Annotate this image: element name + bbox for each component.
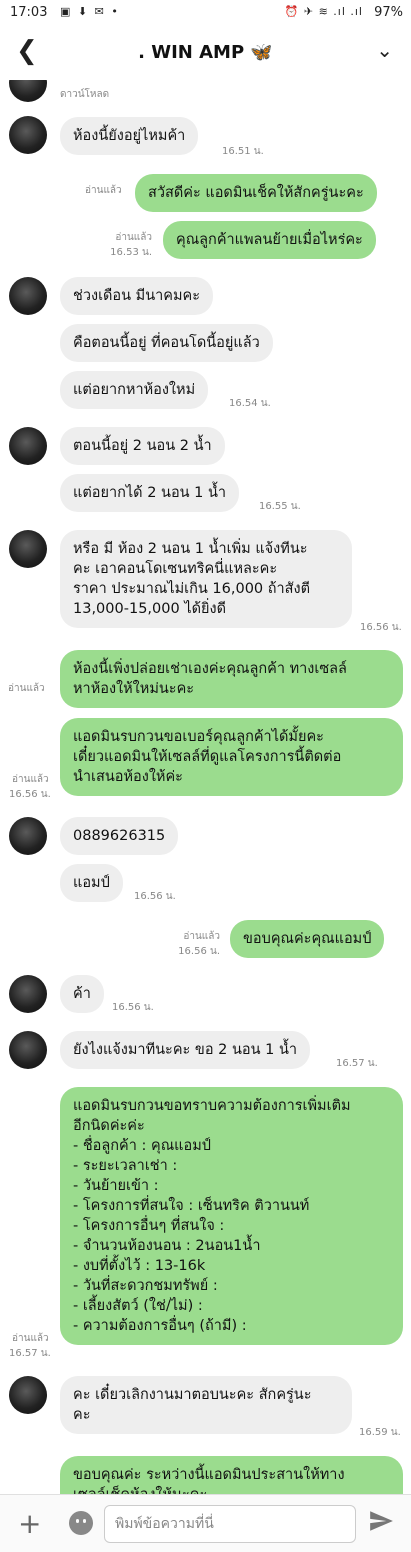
incoming-message[interactable]: ช่วงเดือน มีนาคมคะ	[60, 277, 214, 315]
outgoing-message[interactable]: คุณลูกค้าแพลนย้ายเมื่อไหร่คะ	[163, 221, 376, 259]
incoming-message[interactable]: คะ เดี๋ยวเลิกงานมาตอบนะคะ สักครู่นะ คะ	[60, 1376, 352, 1434]
notification-icons: ▣ ⬇ ✉ •	[60, 5, 120, 18]
message-time: 16.51 น.	[222, 146, 264, 157]
message-composer: +	[0, 1494, 411, 1552]
message-time: 16.57 น.	[9, 1348, 51, 1359]
message-time: 16.59 น.	[359, 1427, 401, 1438]
message-input[interactable]	[104, 1505, 356, 1543]
chevron-down-icon[interactable]: ⌄	[376, 38, 393, 62]
message-time: 16.54 น.	[229, 398, 271, 409]
message-time: 16.56 น.	[360, 622, 402, 633]
message-time: 16.53 น.	[110, 247, 152, 258]
avatar[interactable]	[9, 530, 47, 568]
read-receipt: อ่านแล้ว	[8, 683, 45, 694]
incoming-message[interactable]: หรือ มี ห้อง 2 นอน 1 น้ำเพิ่ม แจ้งทีนะ ค…	[60, 530, 352, 628]
incoming-message[interactable]: ตอนนี้อยู่ 2 นอน 2 น้ำ	[60, 427, 225, 465]
outgoing-message[interactable]: ขอบคุณค่ะ ระหว่างนี้แอดมินประสานให้ทาง เ…	[60, 1456, 403, 1494]
message-time: 16.56 น.	[134, 891, 176, 902]
outgoing-message[interactable]: ห้องนี้เพิ่งปล่อยเช่าเองค่ะคุณลูกค้า ทาง…	[60, 650, 403, 708]
incoming-message[interactable]: แอมป์	[60, 864, 123, 902]
read-receipt: อ่านแล้ว	[12, 1333, 49, 1344]
message-time: 16.57 น.	[336, 1058, 378, 1069]
avatar[interactable]	[9, 427, 47, 465]
battery-level: 97%	[374, 5, 403, 20]
message-time: 16.56 น.	[178, 946, 220, 957]
outgoing-message[interactable]: แอดมินรบกวนขอทราบความต้องการเพิ่มเติม อี…	[60, 1087, 403, 1345]
message-caption: ดาวน์โหลด	[60, 89, 110, 100]
incoming-message[interactable]: คือตอนนี้อยู่ ที่คอนโดนี้อยู่แล้ว	[60, 324, 273, 362]
incoming-message[interactable]: ยังไงแจ้งมาทีนะคะ ขอ 2 นอน 1 น้ำ	[60, 1031, 311, 1069]
add-icon[interactable]: +	[18, 1507, 41, 1540]
emoji-icon[interactable]	[69, 1511, 93, 1535]
avatar[interactable]	[9, 1376, 47, 1414]
avatar[interactable]	[9, 80, 47, 102]
status-time: 17:03	[10, 5, 48, 20]
avatar[interactable]	[9, 116, 47, 154]
message-time: 16.56 น.	[112, 1002, 154, 1013]
read-receipt: อ่านแล้ว	[115, 232, 152, 243]
read-receipt: อ่านแล้ว	[183, 931, 220, 942]
outgoing-message[interactable]: แอดมินรบกวนขอเบอร์คุณลูกค้าได้มั้ยคะ เดี…	[60, 718, 403, 796]
incoming-message[interactable]: แต่อยากได้ 2 นอน 1 น้ำ	[60, 474, 240, 512]
incoming-message[interactable]: ค้า	[60, 975, 104, 1013]
chat-title: . WIN AMP 🦋	[138, 42, 273, 63]
message-time: 16.56 น.	[9, 789, 51, 800]
read-receipt: อ่านแล้ว	[12, 774, 49, 785]
chat-header: ❮ . WIN AMP 🦋 ⌄	[0, 26, 411, 82]
signal-icons: ⏰ ✈ ≋ .ıl .ıl	[284, 5, 363, 18]
avatar[interactable]	[9, 975, 47, 1013]
message-list[interactable]: ดาวน์โหลด ห้องนี้ยังอยู่ไหมค้า 16.51 น. …	[0, 80, 411, 1494]
message-time: 16.55 น.	[259, 501, 301, 512]
avatar[interactable]	[9, 1031, 47, 1069]
outgoing-message[interactable]: ขอบคุณค่ะคุณแอมป์	[230, 920, 385, 958]
incoming-message[interactable]: 0889626315	[60, 817, 179, 855]
outgoing-message[interactable]: สวัสดีค่ะ แอดมินเช็คให้สักครู่นะคะ	[135, 174, 377, 212]
incoming-message[interactable]: แต่อยากหาห้องใหม่	[60, 371, 209, 409]
avatar[interactable]	[9, 817, 47, 855]
status-bar: 17:03 ▣ ⬇ ✉ • ⏰ ✈ ≋ .ıl .ıl 97%	[0, 0, 411, 26]
incoming-message[interactable]: ห้องนี้ยังอยู่ไหมค้า	[60, 117, 199, 155]
send-icon[interactable]	[368, 1508, 394, 1534]
read-receipt: อ่านแล้ว	[85, 185, 122, 196]
avatar[interactable]	[9, 277, 47, 315]
